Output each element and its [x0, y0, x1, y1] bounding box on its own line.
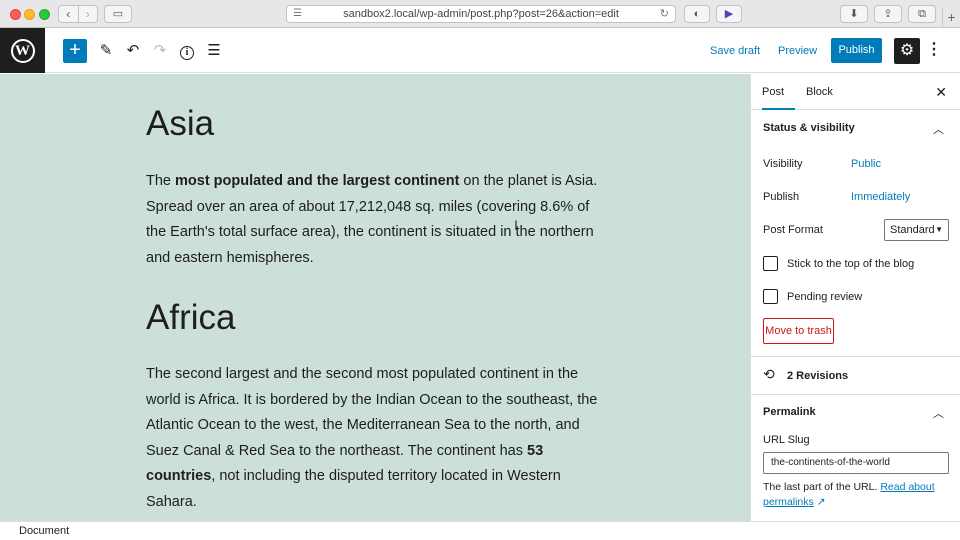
tab-post[interactable]: Post	[762, 74, 795, 110]
settings-gear-icon[interactable]: ⚙	[894, 38, 920, 64]
edit-tools-icon[interactable]: ✎	[94, 39, 118, 63]
tabs-overview-icon[interactable]: ⧉	[908, 5, 936, 23]
close-window-button[interactable]	[10, 9, 21, 20]
chevron-down-icon: ▼	[935, 225, 943, 234]
url-slug-input[interactable]: the-continents-of-the-world	[763, 452, 949, 474]
block-breadcrumb-bar: Document	[0, 521, 960, 540]
browser-chrome: ‹ › ▭ ☰ sandbox2.local/wp-admin/post.php…	[0, 0, 960, 28]
breadcrumb-document[interactable]: Document	[19, 522, 69, 540]
redo-icon[interactable]: ↷	[148, 39, 172, 63]
external-link-icon: ↗	[816, 496, 826, 508]
forward-icon[interactable]: ›	[77, 6, 98, 22]
move-to-trash-button[interactable]: Move to trash	[763, 318, 834, 344]
undo-icon[interactable]: ↶	[121, 39, 145, 63]
settings-sidebar: Post Block ✕ Status & visibility ︿ Visib…	[750, 74, 960, 521]
url-slug-label: URL Slug	[763, 434, 810, 446]
divider	[751, 356, 960, 357]
paragraph-block-asia[interactable]: The most populated and the largest conti…	[146, 169, 606, 271]
revisions-link[interactable]: 2 Revisions	[787, 370, 848, 382]
sidebar-tabs: Post Block ✕	[751, 74, 960, 110]
wordpress-icon: W	[10, 38, 35, 63]
wordpress-logo-button[interactable]: W	[0, 28, 45, 73]
divider	[751, 394, 960, 395]
chevron-up-icon[interactable]: ︿	[933, 121, 944, 137]
editor-header: W + ✎ ↶ ↷ i ☰ Save draft Preview Publish…	[0, 28, 960, 73]
pending-review-label[interactable]: Pending review	[787, 291, 862, 303]
url-text: sandbox2.local/wp-admin/post.php?post=26…	[343, 8, 619, 20]
download-icon[interactable]: ⬇	[840, 5, 868, 23]
paragraph-block-africa[interactable]: The second largest and the second most p…	[146, 362, 606, 515]
post-format-label: Post Format	[763, 224, 823, 236]
sticky-checkbox[interactable]	[763, 256, 778, 271]
revisions-history-icon[interactable]: ⟲	[763, 366, 775, 383]
help-text: The last part of the URL.	[763, 481, 881, 493]
post-format-value: Standard	[890, 224, 935, 236]
minimize-window-button[interactable]	[24, 9, 35, 20]
paragraph-text: The	[146, 173, 176, 189]
publish-label: Publish	[763, 191, 800, 203]
share-icon[interactable]: ⇪	[874, 5, 902, 23]
sticky-label[interactable]: Stick to the top of the blog	[787, 258, 914, 270]
zoom-window-button[interactable]	[39, 9, 50, 20]
more-options-icon[interactable]: ⋮	[926, 39, 942, 63]
heading-block-africa[interactable]: Africa	[146, 298, 235, 338]
pending-review-checkbox[interactable]	[763, 289, 778, 304]
browser-nav: ‹ ›	[58, 5, 98, 23]
publish-button[interactable]: Publish	[831, 38, 882, 63]
save-draft-button[interactable]: Save draft	[710, 39, 760, 63]
post-format-select[interactable]: Standard ▼	[884, 219, 949, 241]
extension-icon[interactable]: ▶	[716, 5, 742, 23]
sidebar-toggle-icon[interactable]: ▭	[104, 5, 132, 23]
address-bar[interactable]: ☰ sandbox2.local/wp-admin/post.php?post=…	[286, 5, 676, 23]
permalink-help: The last part of the URL. Read about per…	[763, 480, 953, 510]
status-visibility-title[interactable]: Status & visibility	[763, 122, 855, 134]
visibility-label: Visibility	[763, 158, 803, 170]
privacy-icon[interactable]: ◐	[684, 5, 710, 23]
tab-block[interactable]: Block	[806, 74, 833, 110]
block-inserter-button[interactable]: +	[63, 39, 87, 63]
visibility-toggle[interactable]: Public	[851, 158, 881, 170]
details-info-icon[interactable]: i	[175, 39, 199, 63]
preview-button[interactable]: Preview	[778, 39, 817, 63]
permalink-title[interactable]: Permalink	[763, 406, 816, 418]
reader-icon[interactable]: ☰	[293, 6, 302, 22]
heading-block-asia[interactable]: Asia	[146, 104, 214, 144]
back-icon[interactable]: ‹	[59, 6, 78, 22]
new-tab-icon[interactable]: +	[942, 8, 960, 28]
bold-text: most populated and the largest continent	[175, 173, 460, 189]
publish-date-toggle[interactable]: Immediately	[851, 191, 910, 203]
close-sidebar-icon[interactable]: ✕	[935, 74, 947, 110]
reload-icon[interactable]: ↻	[660, 6, 669, 22]
editor-canvas: Asia The most populated and the largest …	[0, 74, 750, 521]
text-cursor-icon: I	[514, 217, 518, 233]
list-view-icon[interactable]: ☰	[202, 39, 226, 63]
chevron-up-icon[interactable]: ︿	[933, 405, 944, 421]
